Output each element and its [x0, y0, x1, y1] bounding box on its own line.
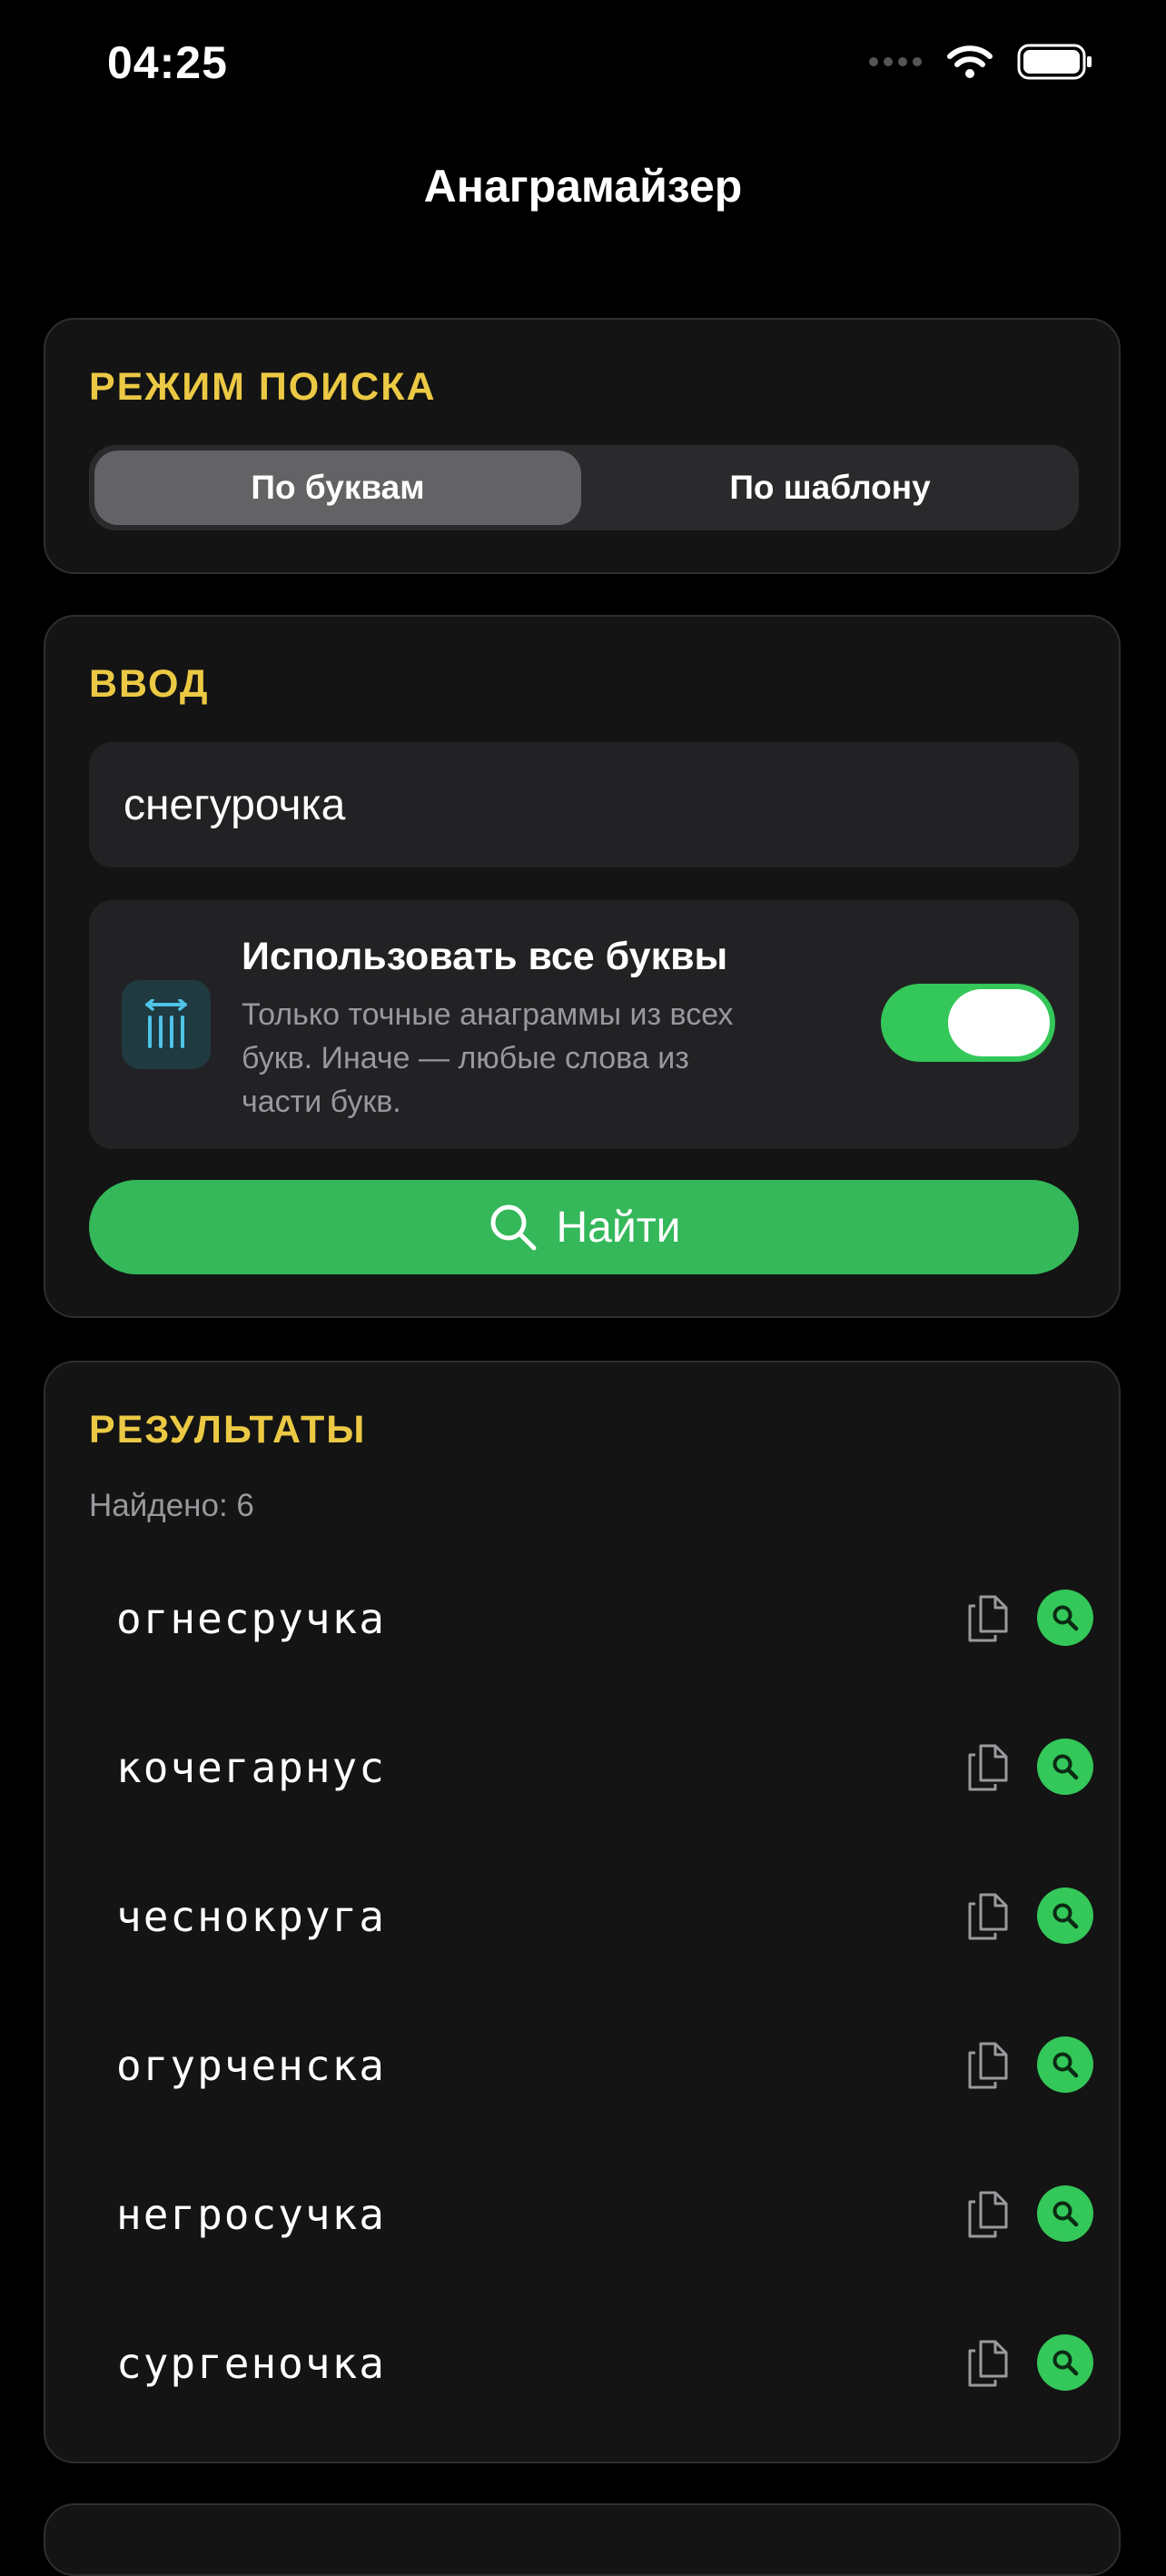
search-icon [1052, 2201, 1079, 2227]
copy-icon [968, 2340, 1008, 2387]
lookup-button[interactable] [1037, 1739, 1093, 1795]
segment-by-letters[interactable]: По буквам [94, 451, 581, 525]
result-word: сургеночка [116, 2339, 386, 2388]
use-all-letters-row: Использовать все буквы Только точные ана… [89, 900, 1079, 1149]
copy-icon [968, 1595, 1008, 1642]
results-section-title: РЕЗУЛЬТАТЫ [89, 1408, 367, 1451]
found-count: Найдено: 6 [89, 1488, 254, 1523]
cellular-signal-icon [869, 57, 922, 66]
result-word: кочегарнус [116, 1743, 386, 1792]
lookup-button[interactable] [1037, 1590, 1093, 1646]
copy-icon [968, 1744, 1008, 1791]
results-card: РЕЗУЛЬТАТЫ Найдено: 6 огнесручка кочегар… [44, 1361, 1121, 2463]
wifi-icon [947, 45, 993, 78]
status-bar: 04:25 [0, 0, 1166, 136]
word-input[interactable]: снегурочка [89, 742, 1079, 867]
result-word: негросучка [116, 2190, 386, 2239]
result-item[interactable]: негросучка [116, 2160, 1093, 2269]
input-section-title: ВВОД [89, 662, 210, 706]
result-item[interactable]: кочегарнус [116, 1713, 1093, 1822]
result-word: огурченска [116, 2041, 386, 2090]
input-card: ВВОД снегурочка Использовать все буквы Т… [44, 615, 1121, 1318]
lookup-button[interactable] [1037, 2334, 1093, 2391]
use-all-letters-title: Использовать все буквы [242, 935, 728, 978]
result-item[interactable]: сургеночка [116, 2309, 1093, 2418]
copy-button[interactable] [961, 2038, 1015, 2093]
search-icon [490, 1204, 537, 1251]
lookup-button[interactable] [1037, 2185, 1093, 2242]
search-mode-title: РЕЖИМ ПОИСКА [89, 365, 437, 409]
lookup-button[interactable] [1037, 2036, 1093, 2093]
result-item[interactable]: огнесручка [116, 1564, 1093, 1673]
copy-button[interactable] [961, 1889, 1015, 1944]
search-mode-card: РЕЖИМ ПОИСКА По буквам По шаблону [44, 318, 1121, 574]
copy-button[interactable] [961, 1740, 1015, 1795]
result-item[interactable]: огурченска [116, 2011, 1093, 2120]
next-card [44, 2503, 1121, 2576]
word-input-value: снегурочка [124, 780, 346, 829]
use-all-letters-description: Только точные анаграммы из всех букв. Ин… [242, 997, 734, 1119]
letters-icon [122, 980, 211, 1069]
status-icons [868, 44, 1093, 80]
toggle-knob [948, 989, 1050, 1056]
search-icon [1052, 1754, 1079, 1780]
copy-icon [968, 2191, 1008, 2238]
segment-by-pattern[interactable]: По шаблону [587, 451, 1073, 525]
find-button-label: Найти [556, 1203, 681, 1252]
search-icon [1052, 1605, 1079, 1631]
find-button[interactable]: Найти [89, 1180, 1079, 1274]
copy-icon [968, 1893, 1008, 1940]
battery-icon [1017, 44, 1092, 80]
copy-icon [968, 2042, 1008, 2089]
lookup-button[interactable] [1037, 1887, 1093, 1944]
use-all-letters-toggle[interactable] [881, 984, 1055, 1062]
page-title: Анаграмайзер [423, 161, 743, 212]
copy-button[interactable] [961, 2336, 1015, 2391]
search-icon [1052, 2350, 1079, 2376]
search-icon [1052, 1903, 1079, 1929]
status-time: 04:25 [107, 37, 228, 88]
result-item[interactable]: чеснокруга [116, 1862, 1093, 1971]
result-word: чеснокруга [116, 1892, 386, 1941]
copy-button[interactable] [961, 1591, 1015, 1646]
result-word: огнесручка [116, 1594, 386, 1643]
search-mode-segmented-control: По буквам По шаблону [89, 445, 1079, 530]
copy-button[interactable] [961, 2187, 1015, 2242]
search-icon [1052, 2052, 1079, 2078]
